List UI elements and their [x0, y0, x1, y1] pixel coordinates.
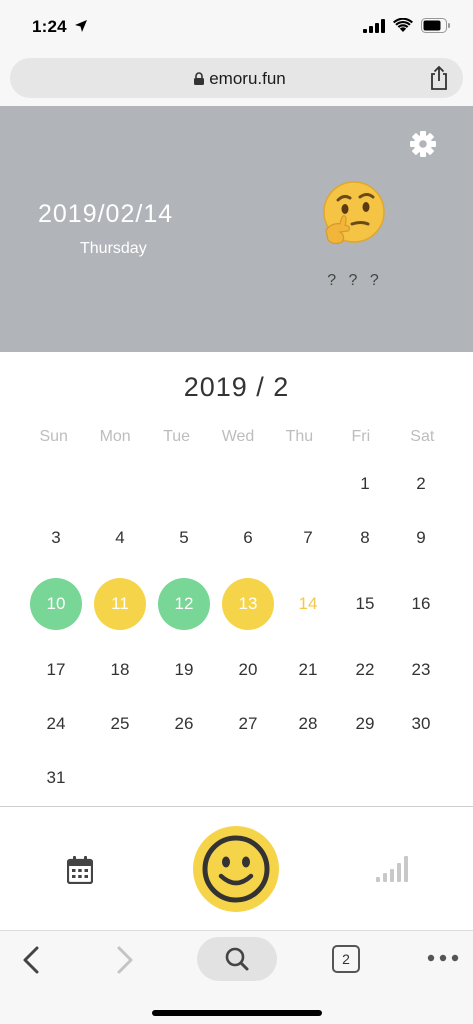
mood-label: ? ? ? — [327, 272, 383, 289]
calendar-day[interactable]: 6 — [222, 512, 274, 564]
calendar-day[interactable]: 9 — [395, 512, 447, 564]
address-bar[interactable]: emoru.fun — [10, 58, 463, 98]
calendar-icon[interactable] — [67, 856, 93, 884]
calendar-day[interactable]: 31 — [30, 752, 82, 804]
calendar-day[interactable]: 2 — [395, 458, 447, 510]
record-mood-button[interactable] — [193, 826, 279, 912]
back-icon[interactable] — [20, 945, 42, 975]
calendar-day[interactable]: 14 — [282, 578, 334, 630]
home-indicator — [152, 1010, 322, 1016]
divider — [0, 806, 473, 807]
gear-icon[interactable] — [409, 130, 437, 158]
weekday-headers: Sun Mon Tue Wed Thu Fri Sat — [23, 428, 453, 446]
calendar-day[interactable]: 3 — [30, 512, 82, 564]
calendar-day[interactable]: 27 — [222, 698, 274, 750]
location-arrow-icon — [75, 20, 87, 32]
cellular-signal-icon — [363, 18, 385, 33]
weekday-fri: Fri — [351, 428, 371, 445]
calendar-day[interactable]: 28 — [282, 698, 334, 750]
weekday-mon: Mon — [99, 428, 131, 445]
search-icon — [225, 947, 249, 971]
calendar-day[interactable]: 20 — [222, 644, 274, 696]
calendar-day[interactable]: 1 — [339, 458, 391, 510]
signal-bars-icon[interactable] — [374, 854, 410, 884]
calendar-day[interactable]: 11 — [94, 578, 146, 630]
calendar-day[interactable]: 19 — [158, 644, 210, 696]
page: 1:24 emoru.fun 2019/02/14 Thursday ? ? ?… — [0, 0, 473, 1024]
calendar-day[interactable]: 5 — [158, 512, 210, 564]
calendar-day[interactable]: 17 — [30, 644, 82, 696]
tabs-button[interactable]: 2 — [332, 945, 360, 973]
status-bar: 1:24 — [0, 0, 473, 52]
calendar-day[interactable]: 26 — [158, 698, 210, 750]
calendar-day[interactable]: 25 — [94, 698, 146, 750]
smiley-face-icon — [202, 835, 270, 903]
calendar-day[interactable]: 16 — [395, 578, 447, 630]
calendar-day[interactable]: 15 — [339, 578, 391, 630]
url-text: emoru.fun — [209, 69, 286, 88]
status-time: 1:24 — [32, 17, 67, 36]
status-indicators — [363, 18, 451, 33]
calendar-month-title: 2019 / 2 — [183, 372, 290, 402]
calendar-day[interactable]: 4 — [94, 512, 146, 564]
weekday-tue: Tue — [163, 428, 191, 445]
calendar-day[interactable]: 7 — [282, 512, 334, 564]
calendar-day[interactable]: 10 — [30, 578, 82, 630]
calendar-day[interactable]: 29 — [339, 698, 391, 750]
address-bar-area: emoru.fun — [0, 52, 473, 106]
calendar-day[interactable]: 30 — [395, 698, 447, 750]
selected-weekday: Thursday — [80, 240, 147, 257]
calendar-day[interactable]: 13 — [222, 578, 274, 630]
calendar-day[interactable]: 24 — [30, 698, 82, 750]
calendar-day[interactable]: 12 — [158, 578, 210, 630]
weekday-wed: Wed — [221, 428, 255, 445]
forward-icon[interactable] — [114, 945, 136, 975]
calendar-day[interactable]: 22 — [339, 644, 391, 696]
calendar-day[interactable]: 8 — [339, 512, 391, 564]
weekday-sun: Sun — [39, 428, 68, 445]
calendar-day[interactable]: 23 — [395, 644, 447, 696]
share-icon[interactable] — [427, 65, 451, 91]
thinking-face-icon — [323, 181, 385, 245]
wifi-icon — [393, 18, 413, 32]
weekday-sat: Sat — [410, 428, 435, 445]
day-summary-header: 2019/02/14 Thursday ? ? ? — [0, 106, 473, 352]
calendar-day[interactable]: 21 — [282, 644, 334, 696]
browser-toolbar: 2 — [0, 930, 473, 1024]
calendar-day[interactable]: 18 — [94, 644, 146, 696]
search-button[interactable] — [197, 937, 277, 981]
more-icon[interactable] — [426, 953, 460, 963]
selected-date: 2019/02/14 — [38, 200, 174, 228]
weekday-thu: Thu — [285, 428, 314, 445]
battery-icon — [421, 18, 450, 33]
